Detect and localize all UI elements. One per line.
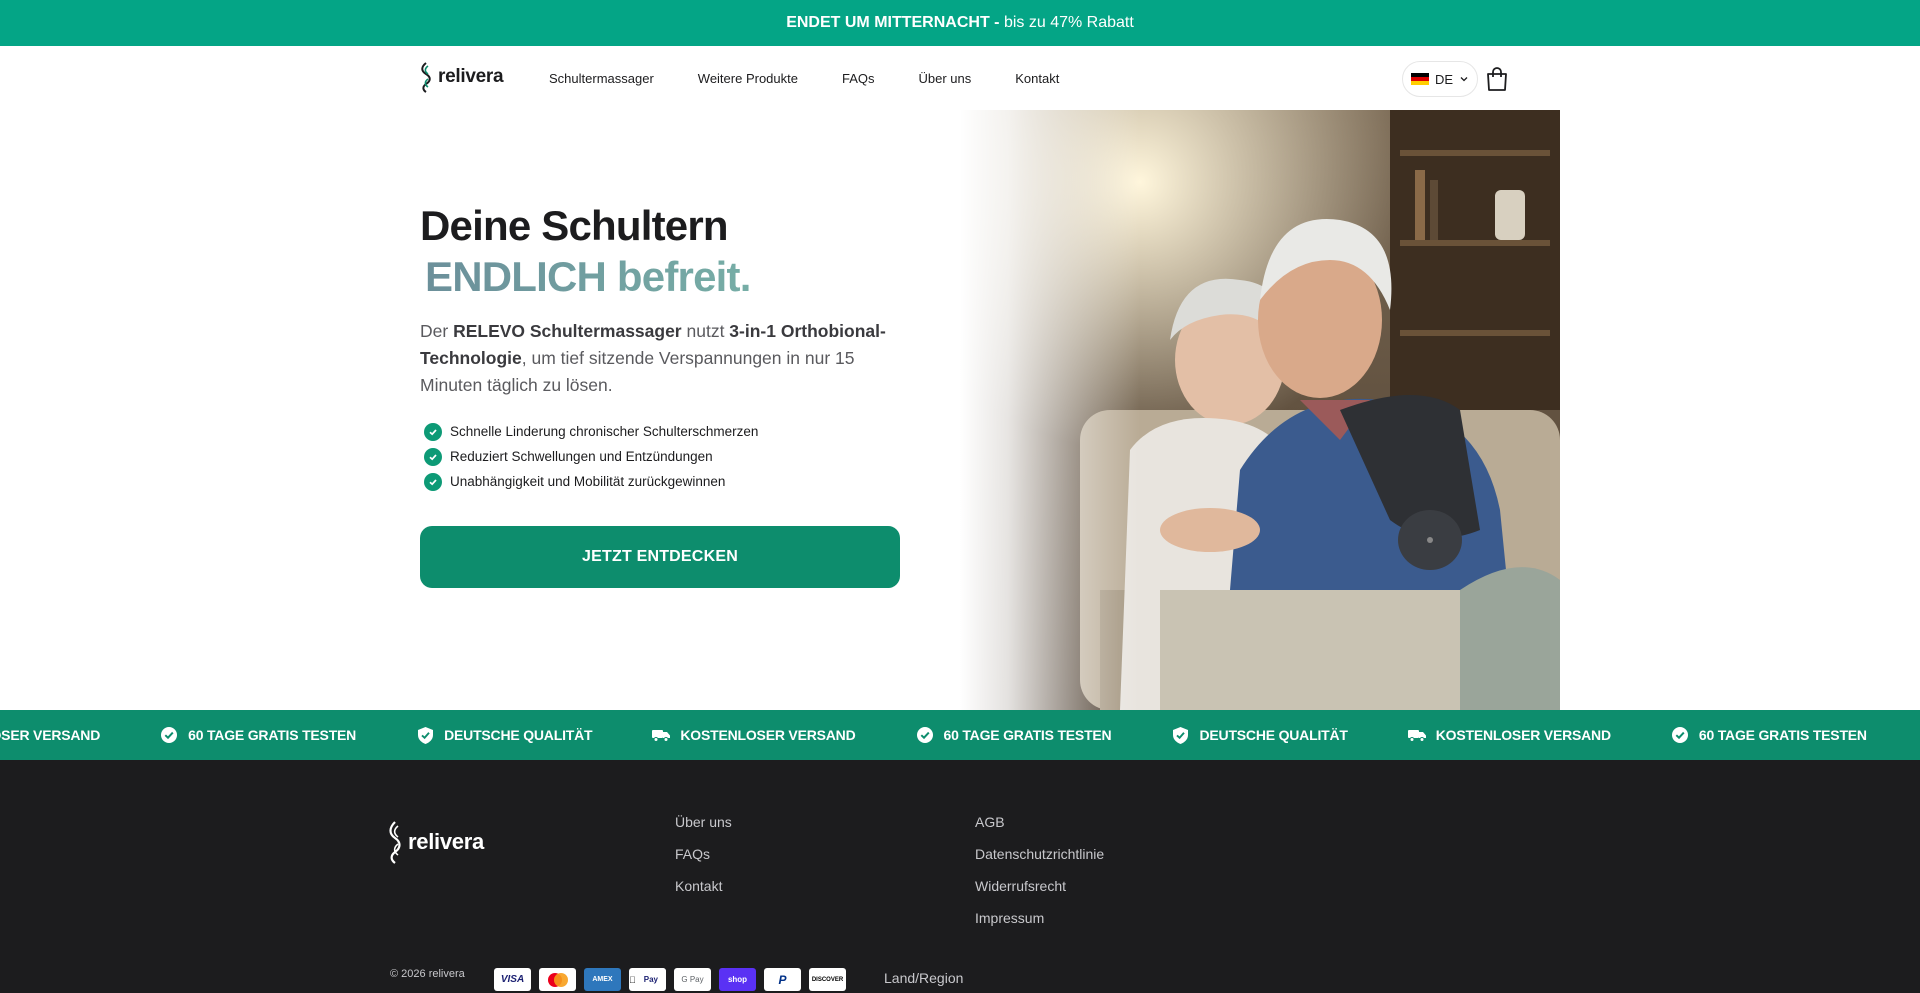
hero-image — [960, 110, 1560, 710]
truck-icon — [1407, 726, 1426, 744]
amex-icon: AMEX — [584, 968, 621, 991]
marquee-item: DEUTSCHE QUALITÄT — [416, 726, 593, 744]
footer-link-impressum[interactable]: Impressum — [975, 909, 1104, 928]
shield-check-icon — [416, 726, 434, 744]
site-header: relivera Schultermassager Weitere Produk… — [0, 46, 1920, 110]
announcement-bold: ENDET UM MITTERNACHT - — [786, 14, 1000, 31]
benefit-text: Schnelle Linderung chronischer Schulters… — [450, 424, 759, 439]
discover-icon: DISCOVER — [809, 968, 846, 991]
benefit-item: Schnelle Linderung chronischer Schulters… — [420, 419, 940, 444]
trust-marquee: KOSTENLOSER VERSAND 60 TAGE GRATIS TESTEN… — [0, 710, 1920, 760]
logo-mark-icon — [421, 62, 431, 93]
chevron-down-icon — [1460, 77, 1468, 82]
region-selector[interactable]: Land/Region — [884, 970, 963, 986]
check-circle-icon — [424, 422, 442, 441]
benefit-item: Reduziert Schwellungen und Entzündungen — [420, 444, 940, 469]
footer-link-datenschutz[interactable]: Datenschutzrichtlinie — [975, 845, 1104, 864]
footer-link-widerrufsrecht[interactable]: Widerrufsrecht — [975, 877, 1104, 896]
hero-fade-overlay — [960, 110, 1560, 710]
main-nav: Schultermassager Weitere Produkte FAQs Ü… — [549, 46, 1059, 110]
copyright: © 2026 relivera — [390, 968, 465, 980]
marquee-track: KOSTENLOSER VERSAND 60 TAGE GRATIS TESTEN… — [0, 710, 1920, 760]
announcement-bar: ENDET UM MITTERNACHT - bis zu 47% Rabatt — [0, 0, 1920, 46]
hero-title-accent: ENDLICH befreit. — [420, 251, 940, 302]
apple-pay-icon: Pay — [629, 968, 666, 991]
logo-mark-icon — [389, 821, 401, 864]
google-pay-icon: G Pay — [674, 968, 711, 991]
language-selector[interactable]: DE — [1402, 61, 1478, 97]
benefit-text: Unabhängigkeit und Mobilität zurückgewin… — [450, 474, 726, 489]
marquee-item: 60 TAGE GRATIS TESTEN — [916, 726, 1112, 744]
marquee-label: 60 TAGE GRATIS TESTEN — [1698, 727, 1867, 743]
nav-schultermassager[interactable]: Schultermassager — [549, 71, 654, 86]
marquee-item: DEUTSCHE QUALITÄT — [1171, 726, 1348, 744]
lead-part: nutzt — [681, 321, 730, 341]
hero-title: Deine Schultern — [420, 202, 729, 249]
footer-column-legal: AGB Datenschutzrichtlinie Widerrufsrecht… — [975, 813, 1104, 928]
marquee-label: DEUTSCHE QUALITÄT — [1199, 727, 1348, 743]
nav-kontakt[interactable]: Kontakt — [1015, 71, 1059, 86]
site-footer: relivera Über uns FAQs Kontakt AGB Daten… — [0, 760, 1920, 993]
benefit-text: Reduziert Schwellungen und Entzündungen — [450, 449, 713, 464]
shield-check-icon — [1171, 726, 1189, 744]
check-circle-icon — [916, 726, 934, 744]
marquee-label: 60 TAGE GRATIS TESTEN — [943, 727, 1112, 743]
marquee-item: 60 TAGE GRATIS TESTEN — [160, 726, 356, 744]
nav-faqs[interactable]: FAQs — [842, 71, 875, 86]
truck-icon — [652, 726, 671, 744]
footer-link-ueber-uns[interactable]: Über uns — [675, 813, 732, 832]
cta-button[interactable]: JETZT ENTDECKEN — [420, 526, 900, 588]
announcement-text: bis zu 47% Rabatt — [999, 14, 1134, 31]
cart-icon[interactable] — [1484, 65, 1510, 93]
germany-flag-icon — [1410, 73, 1429, 85]
footer-link-agb[interactable]: AGB — [975, 813, 1104, 832]
check-circle-icon — [160, 726, 178, 744]
marquee-item: KOSTENLOSER VERSAND — [0, 727, 100, 743]
check-circle-icon — [424, 472, 442, 491]
marquee-item: KOSTENLOSER VERSAND — [1407, 726, 1611, 744]
language-code: DE — [1434, 71, 1454, 87]
marquee-item: KOSTENLOSER VERSAND — [652, 726, 856, 744]
shop-pay-icon: shop — [719, 968, 756, 991]
benefit-list: Schnelle Linderung chronischer Schulters… — [420, 419, 940, 494]
nav-ueber-uns[interactable]: Über uns — [919, 71, 972, 86]
footer-link-faqs[interactable]: FAQs — [675, 845, 732, 864]
paypal-icon: P — [764, 968, 801, 991]
logo-text: relivera — [438, 66, 504, 87]
footer-link-kontakt[interactable]: Kontakt — [675, 877, 732, 896]
marquee-label: 60 TAGE GRATIS TESTEN — [188, 727, 357, 743]
marquee-label: KOSTENLOSER VERSAND — [0, 727, 101, 743]
hero-content: Deine Schultern ENDLICH befreit. Der REL… — [420, 200, 940, 494]
footer-logo[interactable]: relivera — [386, 820, 484, 864]
check-circle-icon — [424, 447, 442, 466]
footer-logo-text: relivera — [408, 829, 484, 854]
nav-weitere-produkte[interactable]: Weitere Produkte — [698, 71, 798, 86]
logo[interactable]: relivera — [418, 61, 504, 93]
check-circle-icon — [1671, 726, 1689, 744]
marquee-label: DEUTSCHE QUALITÄT — [444, 727, 593, 743]
marquee-item: 60 TAGE GRATIS TESTEN — [1671, 726, 1867, 744]
mastercard-icon — [539, 968, 576, 991]
footer-column-company: Über uns FAQs Kontakt — [675, 813, 732, 896]
lead-part: Der — [420, 321, 454, 341]
marquee-label: KOSTENLOSER VERSAND — [1435, 727, 1611, 743]
hero-lead: Der RELEVO Schultermassager nutzt 3-in-1… — [420, 318, 910, 399]
payment-icons: VISA AMEX Pay G Pay shop P DISCOVER — [494, 968, 846, 991]
lead-product: RELEVO Schultermassager — [453, 321, 682, 341]
benefit-item: Unabhängigkeit und Mobilität zurückgewin… — [420, 469, 940, 494]
marquee-label: KOSTENLOSER VERSAND — [680, 727, 856, 743]
visa-icon: VISA — [494, 968, 531, 991]
apple-pay-text: Pay — [635, 968, 666, 991]
